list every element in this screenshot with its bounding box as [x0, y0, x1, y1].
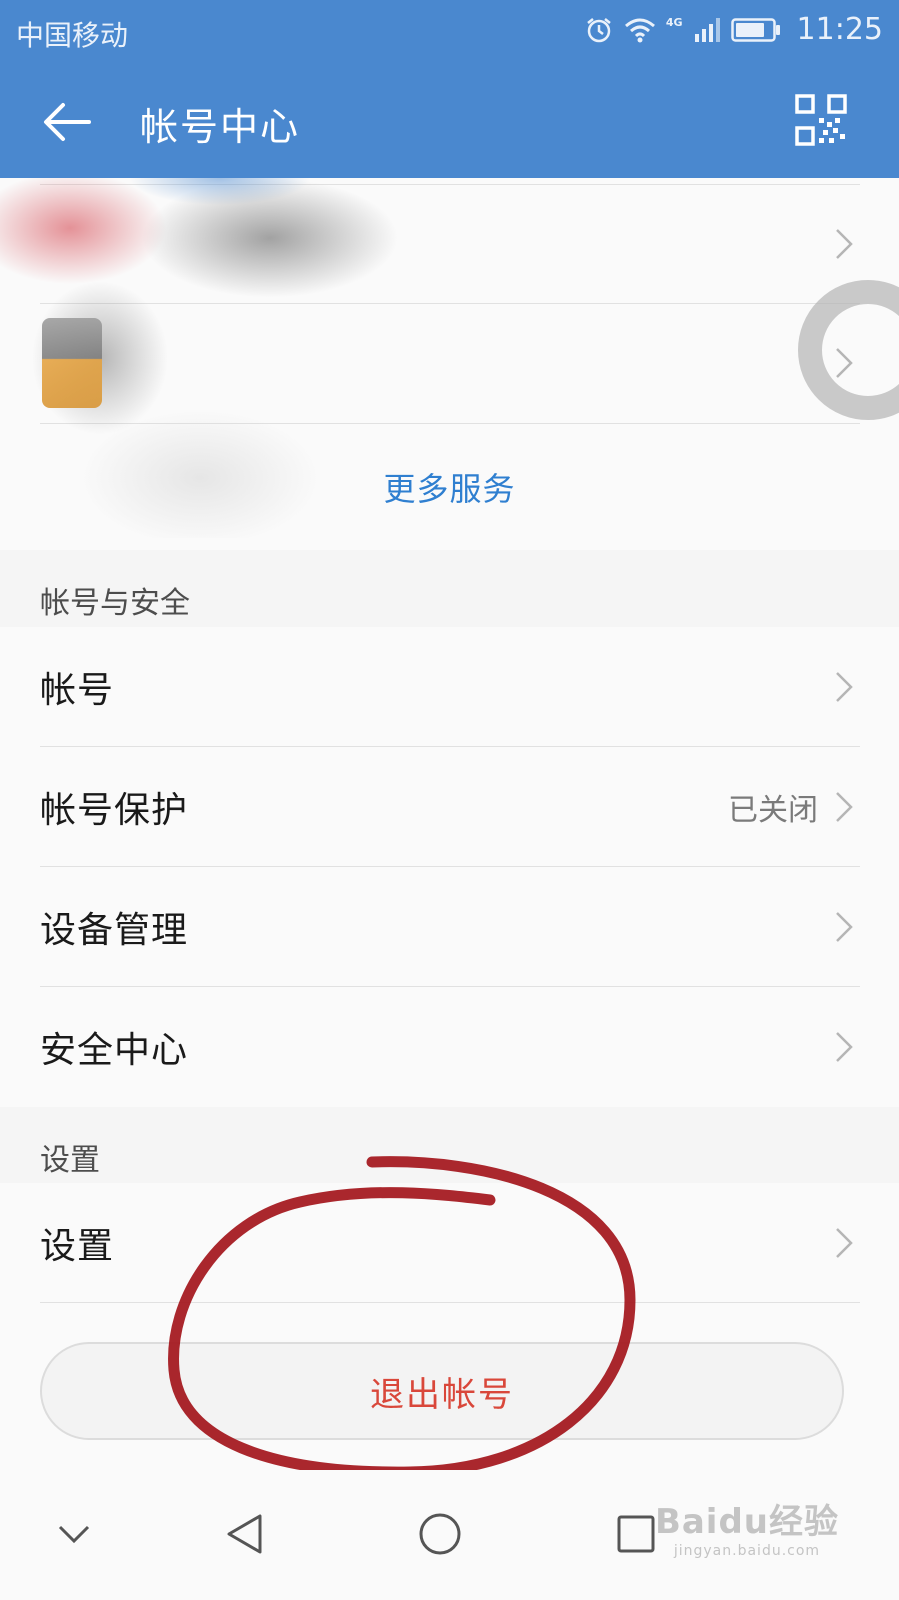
- chevron-right-icon: [834, 227, 854, 265]
- network-type: 4G: [665, 16, 683, 29]
- list-item-label: 帐号: [40, 669, 115, 711]
- qr-code-button[interactable]: [795, 94, 847, 146]
- carrier-name: 中国移动: [16, 19, 129, 52]
- app-bar: 帐号中心: [0, 62, 899, 178]
- list-item-security-center[interactable]: 安全中心: [40, 987, 860, 1107]
- status-bar: 中国移动 4G 11:25: [0, 0, 899, 62]
- chevron-right-icon: [832, 669, 856, 705]
- services-card: 更多服务: [0, 178, 899, 550]
- list-item-account-protection[interactable]: 帐号保护 已关闭: [40, 747, 860, 867]
- watermark-sub: jingyan.baidu.com: [673, 1543, 821, 1559]
- list-item-label: 帐号保护: [40, 789, 189, 831]
- list-item-device-management[interactable]: 设备管理: [40, 867, 860, 987]
- chevron-right-icon: [832, 1029, 856, 1065]
- list-item-account[interactable]: 帐号: [40, 627, 860, 747]
- page-title: 帐号中心: [140, 105, 301, 149]
- navigation-bar: Baidu经验 jingyan.baidu.com: [0, 1470, 899, 1600]
- back-button[interactable]: [36, 92, 96, 152]
- redaction-scribble: [120, 178, 320, 218]
- list-item-label: 设置: [40, 1225, 115, 1267]
- alarm-icon: [587, 17, 611, 42]
- account-security-list: 帐号 帐号保护 已关闭 设备管理 安全中心: [0, 627, 899, 1107]
- nav-home-button[interactable]: [400, 1494, 480, 1574]
- status-icons: 4G 11:25: [584, 12, 883, 47]
- chevron-right-icon: [832, 789, 856, 825]
- arrow-left-icon: [44, 103, 91, 141]
- list-item-settings[interactable]: 设置: [40, 1183, 860, 1303]
- watermark-main: Baidu经验: [654, 1502, 839, 1542]
- home-circle-icon: [419, 1513, 461, 1555]
- chevron-right-icon: [832, 909, 856, 945]
- wifi-icon: [624, 18, 655, 42]
- chevron-right-icon: [832, 1225, 856, 1261]
- clock: 11:25: [796, 12, 883, 47]
- back-triangle-icon: [227, 1514, 262, 1554]
- section-header-account-security: 帐号与安全: [40, 586, 190, 621]
- logout-button[interactable]: 退出帐号: [40, 1342, 844, 1440]
- hide-nav-button[interactable]: [34, 1494, 114, 1574]
- app-icon: [42, 318, 102, 408]
- chevron-down-icon: [58, 1525, 90, 1544]
- list-item-label: 安全中心: [40, 1030, 189, 1071]
- battery-icon: [730, 17, 780, 42]
- more-services-link[interactable]: 更多服务: [0, 464, 899, 510]
- watermark: Baidu经验 jingyan.baidu.com: [655, 1494, 839, 1559]
- section-header-settings: 设置: [40, 1143, 100, 1178]
- signal-icon: [694, 17, 720, 42]
- status-text: 已关闭: [728, 792, 818, 828]
- qr-code-icon: [795, 94, 847, 146]
- recents-square-icon: [617, 1515, 655, 1553]
- nav-back-button[interactable]: [204, 1494, 284, 1574]
- list-item-label: 设备管理: [40, 909, 189, 951]
